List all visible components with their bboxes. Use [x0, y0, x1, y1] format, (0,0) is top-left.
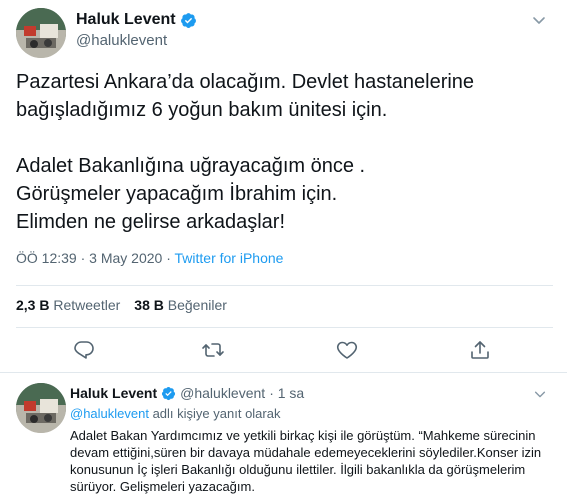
reply-avatar[interactable] [16, 383, 66, 433]
reply-text: Adalet Bakan Yardımcımız ve yetkili birk… [70, 428, 542, 494]
share-icon[interactable] [468, 338, 492, 362]
retweets-stat[interactable]: 2,3 B Retweetler [16, 297, 120, 313]
likes-stat[interactable]: 38 B Beğeniler [134, 297, 227, 313]
reply-to-suffix: adlı kişiye yanıt olarak [148, 406, 281, 421]
divider [16, 285, 553, 286]
author-name[interactable]: Haluk Levent [76, 11, 197, 29]
reply-author-name[interactable]: Haluk Levent [70, 385, 157, 401]
engagement-stats: 2,3 B Retweetler 38 B Beğeniler [16, 297, 227, 313]
timestamp[interactable]: ÖÖ 12:39 · 3 May 2020 · [16, 250, 175, 266]
retweets-count: 2,3 B [16, 297, 50, 313]
heart-icon[interactable] [335, 338, 359, 362]
likes-label: Beğeniler [167, 297, 227, 313]
source-link[interactable]: Twitter for iPhone [175, 250, 284, 266]
likes-count: 38 B [134, 297, 164, 313]
chevron-down-icon[interactable] [533, 387, 547, 401]
avatar[interactable] [16, 8, 66, 58]
retweets-label: Retweetler [53, 297, 121, 313]
tweet-meta: ÖÖ 12:39 · 3 May 2020 · Twitter for iPho… [16, 250, 283, 266]
divider [16, 327, 553, 328]
replying-to: @haluklevent adlı kişiye yanıt olarak [70, 406, 280, 421]
reply-to-mention[interactable]: @haluklevent [70, 406, 149, 421]
reply-header: Haluk Levent @haluklevent · 1 sa [70, 385, 304, 401]
retweet-icon[interactable] [201, 338, 225, 362]
reply-time[interactable]: · 1 sa [269, 385, 304, 401]
author-handle[interactable]: @haluklevent [76, 32, 197, 49]
verified-badge-icon [162, 386, 176, 400]
verified-badge-icon [180, 12, 196, 28]
tweet-text: Pazartesi Ankara’da olacağım. Devlet has… [16, 71, 475, 233]
author-block: Haluk Levent @haluklevent [76, 11, 197, 49]
reply-tweet[interactable]: Haluk Levent @haluklevent · 1 sa @halukl… [0, 373, 567, 502]
action-bar [0, 338, 567, 366]
reply-author-handle[interactable]: @haluklevent [180, 385, 265, 401]
chevron-down-icon[interactable] [531, 12, 547, 28]
reply-icon[interactable] [72, 338, 96, 362]
main-tweet: Haluk Levent @haluklevent Pazartesi Anka… [0, 0, 567, 372]
author-name-text[interactable]: Haluk Levent [76, 11, 176, 29]
